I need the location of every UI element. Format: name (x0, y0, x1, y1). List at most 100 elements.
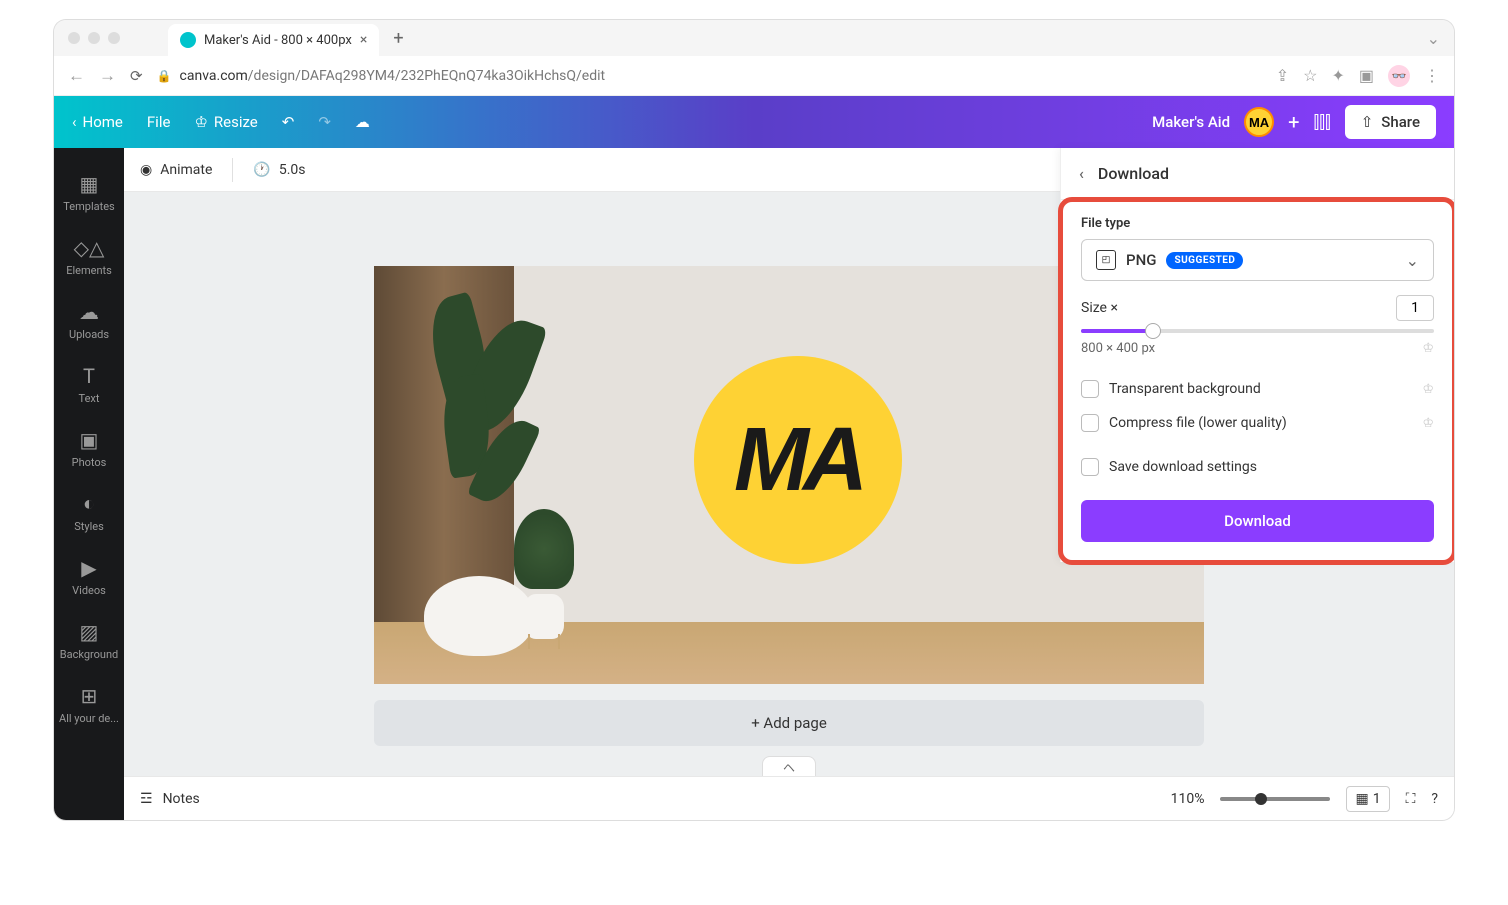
size-label: Size × (1081, 300, 1118, 316)
redo-button: ↷ (318, 113, 331, 131)
back-button[interactable]: ← (68, 66, 85, 86)
duration-button[interactable]: 🕐 5.0s (253, 162, 305, 178)
minimize-window-icon[interactable] (88, 32, 100, 44)
duration-label: 5.0s (279, 162, 306, 178)
window-expand-icon[interactable]: ⌄ (1427, 29, 1440, 48)
window-titlebar: Maker's Aid - 800 × 400px × + ⌄ (54, 20, 1454, 56)
sidebar-item-text[interactable]: T Text (54, 352, 124, 416)
styles-icon: ◐ (83, 491, 95, 516)
sidebar-item-photos[interactable]: ▣Photos (54, 416, 124, 480)
nav-label: All your de... (59, 712, 119, 725)
panel-title: Download (1098, 164, 1169, 183)
user-badge[interactable]: MA (1244, 107, 1274, 137)
checkbox[interactable] (1081, 458, 1099, 476)
crown-icon: ♔ (1422, 341, 1434, 356)
canva-favicon-icon (180, 32, 196, 48)
fullscreen-icon[interactable]: ⛶ (1406, 791, 1416, 807)
undo-button[interactable]: ↶ (282, 113, 295, 131)
image-icon: ◰ (1096, 250, 1116, 270)
nav-label: Background (60, 648, 118, 661)
sidebar-item-elements[interactable]: ◇△Elements (54, 224, 124, 288)
sidebar-item-allyour[interactable]: ⊞ All your de... (54, 672, 124, 736)
extensions-icon[interactable]: ✦ (1331, 66, 1344, 85)
lock-icon: 🔒 (157, 69, 172, 83)
text-icon: T (83, 364, 95, 388)
help-icon[interactable]: ? (1431, 791, 1438, 807)
sidebar-item-background[interactable]: ▨ Background (54, 608, 124, 672)
grid-icon: ▦ (1355, 791, 1368, 807)
add-member-button[interactable]: + (1288, 110, 1299, 134)
cloud-sync-icon[interactable]: ☁ (355, 113, 370, 131)
collapse-handle[interactable]: ヘ (762, 756, 816, 778)
file-label: File (147, 113, 171, 131)
animate-label: Animate (160, 162, 212, 178)
nav-label: Photos (72, 456, 107, 469)
add-page-button[interactable]: + Add page (374, 700, 1204, 746)
maximize-window-icon[interactable] (108, 32, 120, 44)
uploads-icon: ☁ (79, 300, 99, 324)
profile-avatar[interactable]: 👓 (1388, 65, 1410, 87)
reload-button[interactable]: ⟳ (130, 67, 143, 85)
app-toolbar: ‹ Home File ♔ Resize ↶ ↷ ☁ Maker's Aid M… (54, 96, 1454, 148)
transparent-bg-option[interactable]: Transparent background ♔ (1081, 372, 1434, 406)
side-nav: ▦ Templates ◇△Elements ☁Uploads T Text ▣Ph… (54, 148, 124, 820)
chevron-left-icon: ‹ (72, 113, 77, 131)
clock-icon: 🕐 (253, 162, 270, 178)
suggested-badge: SUGGESTED (1166, 252, 1243, 269)
sidebar-icon[interactable]: ▣ (1359, 66, 1374, 85)
templates-icon: ▦ (80, 172, 99, 196)
panel-back-button[interactable]: ‹ (1079, 164, 1084, 183)
save-settings-option[interactable]: Save download settings (1081, 450, 1434, 484)
videos-icon: ▶ (81, 556, 96, 580)
designs-icon: ⊞ (81, 684, 98, 708)
share-icon[interactable]: ⇪ (1276, 66, 1289, 85)
logo-text: MA (734, 409, 862, 512)
option-label: Transparent background (1109, 381, 1261, 397)
zoom-slider[interactable] (1220, 797, 1330, 801)
animate-icon: ◉ (140, 162, 152, 178)
project-name[interactable]: Maker's Aid (1152, 113, 1230, 131)
compress-option[interactable]: Compress file (lower quality) ♔ (1081, 406, 1434, 440)
resize-button[interactable]: ♔ Resize (194, 113, 257, 131)
crown-icon: ♔ (194, 113, 207, 131)
size-slider[interactable] (1081, 329, 1434, 333)
resize-label: Resize (214, 113, 258, 131)
sidebar-item-videos[interactable]: ▶Videos (54, 544, 124, 608)
notes-label: Notes (163, 791, 200, 807)
checkbox[interactable] (1081, 414, 1099, 432)
highlighted-section: File type ◰ PNG SUGGESTED ⌄ Size × (1058, 197, 1454, 565)
background-icon: ▨ (80, 620, 99, 644)
notes-button[interactable]: ☲ Notes (140, 791, 200, 807)
close-tab-icon[interactable]: × (360, 32, 367, 48)
insights-icon[interactable]: ⫿⫿⫿ (1313, 112, 1330, 133)
animate-button[interactable]: ◉ Animate (140, 162, 212, 178)
file-button[interactable]: File (147, 113, 171, 131)
page-navigator[interactable]: ▦ 1 (1346, 786, 1389, 812)
new-tab-button[interactable]: + (385, 28, 411, 49)
bookmark-icon[interactable]: ☆ (1303, 66, 1317, 85)
browser-tab[interactable]: Maker's Aid - 800 × 400px × (168, 24, 379, 56)
filetype-value: PNG (1126, 251, 1156, 269)
share-button[interactable]: ⇧ Share (1345, 105, 1436, 139)
sidebar-item-templates[interactable]: ▦ Templates (54, 160, 124, 224)
nav-label: Text (79, 392, 100, 405)
nav-label: Templates (63, 200, 114, 213)
url-path: /design/DAFAq298YM4/232PhEQnQ74ka3OikHch… (248, 68, 605, 84)
url-box[interactable]: 🔒 canva.com/design/DAFAq298YM4/232PhEQnQ… (157, 68, 1262, 84)
download-button[interactable]: Download (1081, 500, 1434, 542)
logo-element[interactable]: MA (694, 356, 902, 564)
download-panel: ‹ Download File type ◰ PNG SUGGESTED ⌄ S… (1060, 148, 1454, 562)
footer-bar: ☲ Notes 110% ▦ 1 ⛶ ? (124, 776, 1454, 820)
sidebar-item-uploads[interactable]: ☁Uploads (54, 288, 124, 352)
divider (232, 158, 233, 182)
filetype-dropdown[interactable]: ◰ PNG SUGGESTED ⌄ (1081, 239, 1434, 281)
size-input[interactable] (1396, 295, 1434, 321)
checkbox[interactable] (1081, 380, 1099, 398)
close-window-icon[interactable] (68, 32, 80, 44)
browser-menu-icon[interactable]: ⋮ (1424, 66, 1440, 85)
home-button[interactable]: ‹ Home (72, 113, 123, 131)
forward-button: → (99, 66, 116, 86)
sidebar-item-styles[interactable]: ◐Styles (54, 480, 124, 544)
crown-icon: ♔ (1422, 382, 1434, 397)
option-label: Save download settings (1109, 459, 1257, 475)
